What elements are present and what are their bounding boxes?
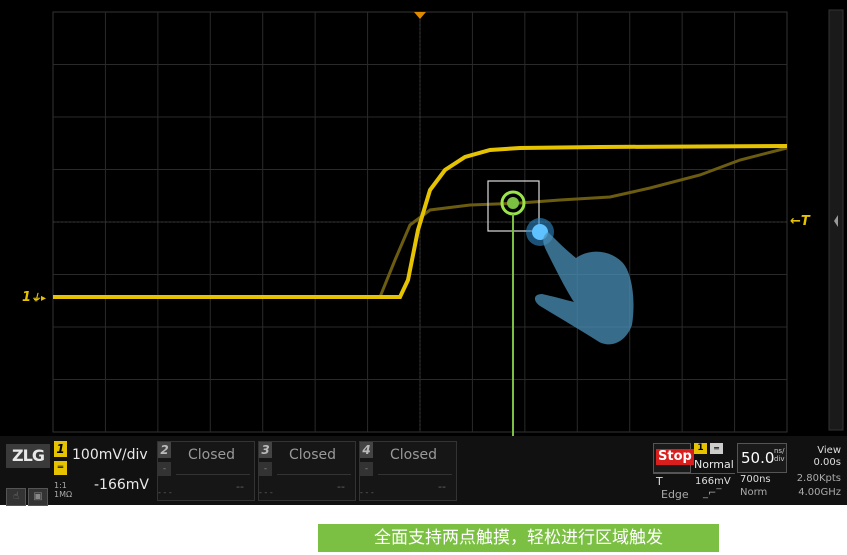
channel3-status: Closed bbox=[289, 447, 337, 463]
channel1-offset: -166mV bbox=[94, 477, 149, 493]
acquisition-mode: Norm bbox=[740, 487, 768, 498]
channel3-number: 3 bbox=[259, 442, 272, 458]
run-stop-button[interactable]: Stop bbox=[653, 443, 694, 473]
channel3-value: -- bbox=[337, 480, 345, 493]
coupling-icon: - bbox=[259, 462, 272, 476]
trigger-settings-panel[interactable]: T 166mV Edge _⌐‾ bbox=[653, 473, 735, 502]
channel1-ground-marker[interactable]: 1⏚▸ bbox=[22, 289, 46, 305]
channel2-panel[interactable]: 2 - - - - Closed -- bbox=[157, 441, 255, 501]
coupling-icon: - bbox=[158, 462, 171, 476]
channel1-scale: 100mV/div bbox=[72, 447, 148, 463]
channel1-number: 1 bbox=[54, 441, 67, 457]
channel1-impedance: 1:1 1MΩ bbox=[54, 481, 73, 499]
timebase-delay: 700ns bbox=[740, 474, 771, 485]
memory-depth: 2.80Kpts bbox=[796, 473, 841, 484]
rising-edge-icon: _⌐‾ bbox=[703, 488, 722, 499]
trigger-mode: Normal bbox=[694, 458, 734, 471]
trigger-level-marker[interactable]: ←T bbox=[790, 214, 810, 229]
timebase-value: 50.0 bbox=[741, 449, 775, 467]
brand-logo: ZLG bbox=[6, 444, 50, 468]
view-offset: 0.00s bbox=[813, 457, 841, 468]
impedance-icon: - - - bbox=[259, 488, 273, 497]
lock-icon[interactable]: ▣ bbox=[28, 488, 48, 506]
timebase-panel[interactable]: 50.0 ns/div bbox=[737, 443, 787, 473]
channel4-status: Closed bbox=[390, 447, 438, 463]
caption-banner: 全面支持两点触摸，轻松进行区域触发 bbox=[318, 524, 719, 552]
channel4-panel[interactable]: 4 - - - - Closed -- bbox=[359, 441, 457, 501]
timebase-unit: ns/div bbox=[774, 447, 785, 463]
timebase-delay-panel[interactable]: 700ns Norm bbox=[737, 473, 787, 501]
acquisition-panel[interactable]: View 0.00s 2.80Kpts 4.00GHz bbox=[789, 443, 843, 501]
run-state-label: Stop bbox=[656, 449, 694, 465]
channel2-value: -- bbox=[236, 480, 244, 493]
trigger-label: T bbox=[656, 475, 663, 488]
trigger-channel: 1 bbox=[694, 443, 707, 454]
waveform-display[interactable] bbox=[0, 0, 847, 436]
logo-tools: ☝ ▣ bbox=[6, 484, 50, 506]
oscilloscope-screen: 1⏚▸ ←T ZLG ☝ ▣ 1 ═ 1:1 1MΩ 100mV/div -166m… bbox=[0, 0, 847, 506]
dc-coupling-icon: ═ bbox=[54, 461, 67, 475]
trigger-type: Edge bbox=[661, 488, 689, 501]
touch-point-dot bbox=[507, 197, 519, 209]
channel1-panel[interactable]: 1 ═ 1:1 1MΩ 100mV/div -166mV bbox=[54, 441, 154, 499]
sample-rate: 4.00GHz bbox=[798, 487, 841, 498]
channel4-number: 4 bbox=[360, 442, 373, 458]
view-label: View bbox=[817, 445, 841, 456]
touch-icon[interactable]: ☝ bbox=[6, 488, 26, 506]
channel4-value: -- bbox=[438, 480, 446, 493]
trigger-level: 166mV bbox=[695, 476, 731, 487]
coupling-icon: - bbox=[360, 462, 373, 476]
channel3-panel[interactable]: 3 - - - - Closed -- bbox=[258, 441, 356, 501]
divider bbox=[378, 474, 452, 475]
channel2-number: 2 bbox=[158, 442, 171, 458]
channel2-status: Closed bbox=[188, 447, 236, 463]
impedance-icon: - - - bbox=[158, 488, 172, 497]
divider bbox=[176, 474, 250, 475]
divider bbox=[277, 474, 351, 475]
dc-coupling-icon: ═ bbox=[710, 443, 723, 454]
trigger-source-panel[interactable]: 1 ═ Normal bbox=[691, 443, 734, 471]
impedance-icon: - - - bbox=[360, 488, 374, 497]
